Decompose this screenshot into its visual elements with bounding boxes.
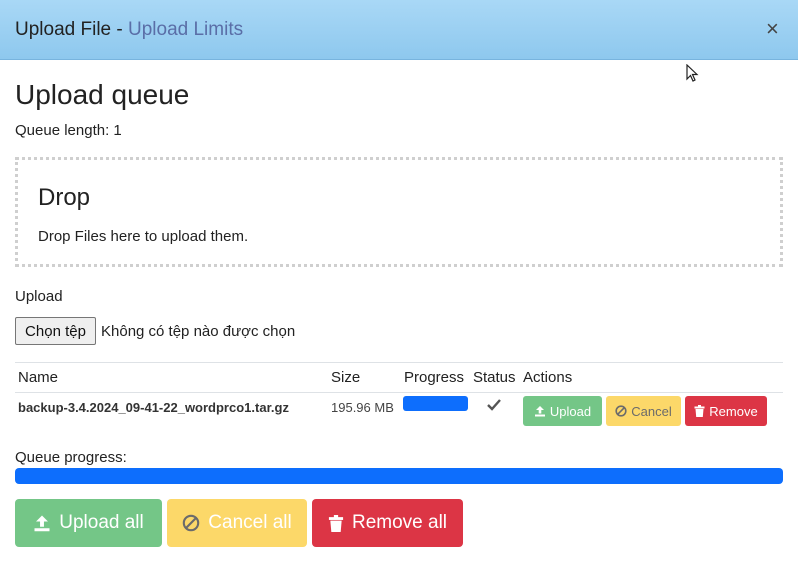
upload-all-label: Upload all	[59, 512, 144, 533]
upload-limits-link[interactable]: Upload Limits	[128, 19, 243, 40]
queue-length: Queue length: 1	[15, 122, 122, 139]
upload-all-button[interactable]: Upload all	[15, 499, 162, 547]
page-title: Upload queue	[15, 79, 190, 110]
cancel-all-label: Cancel all	[208, 512, 292, 533]
cancel-button[interactable]: Cancel	[606, 396, 681, 426]
close-button[interactable]: ×	[766, 17, 779, 41]
title-separator: -	[111, 19, 128, 40]
remove-all-label: Remove all	[351, 512, 448, 533]
upload-icon	[33, 514, 51, 532]
file-size: 195.96 MB	[331, 400, 394, 415]
table-divider	[15, 392, 783, 393]
queue-progress-bar	[15, 468, 783, 484]
mouse-cursor-icon	[686, 63, 700, 89]
table-divider	[15, 362, 783, 363]
upload-label: Upload	[15, 288, 63, 305]
upload-button[interactable]: Upload	[523, 396, 602, 426]
drop-zone-title: Drop	[38, 184, 91, 211]
upload-button-label: Upload	[549, 403, 592, 419]
trash-icon	[694, 405, 705, 417]
column-header-status: Status	[473, 369, 516, 386]
queue-progress-fill	[15, 468, 783, 484]
remove-button-label: Remove	[709, 403, 758, 419]
upload-modal: Upload File - Upload Limits × Upload que…	[0, 0, 798, 561]
cancel-button-label: Cancel	[631, 403, 672, 419]
drop-zone[interactable]: Drop Drop Files here to upload them.	[15, 157, 783, 267]
modal-header: Upload File - Upload Limits ×	[0, 0, 798, 60]
column-header-name: Name	[18, 369, 59, 386]
trash-icon	[328, 514, 344, 532]
remove-all-button[interactable]: Remove all	[312, 499, 463, 547]
upload-icon	[534, 405, 546, 417]
column-header-actions: Actions	[523, 369, 573, 386]
file-progress-bar	[403, 396, 468, 411]
ban-icon	[182, 514, 200, 532]
check-icon	[487, 398, 501, 414]
remove-button[interactable]: Remove	[685, 396, 767, 426]
column-header-progress: Progress	[404, 369, 465, 386]
file-name: backup-3.4.2024_09-41-22_wordprco1.tar.g…	[18, 400, 289, 415]
modal-title: Upload File - Upload Limits	[15, 19, 243, 41]
file-progress-fill	[403, 396, 468, 411]
ban-icon	[615, 405, 627, 417]
cancel-all-button[interactable]: Cancel all	[167, 499, 307, 547]
column-header-size: Size	[331, 369, 361, 386]
no-file-chosen-text: Không có tệp nào được chọn	[101, 323, 296, 340]
choose-file-button[interactable]: Chọn tệp	[15, 317, 96, 345]
modal-title-text: Upload File	[15, 19, 112, 40]
drop-zone-text: Drop Files here to upload them.	[38, 228, 249, 245]
queue-progress-label: Queue progress:	[15, 449, 127, 466]
